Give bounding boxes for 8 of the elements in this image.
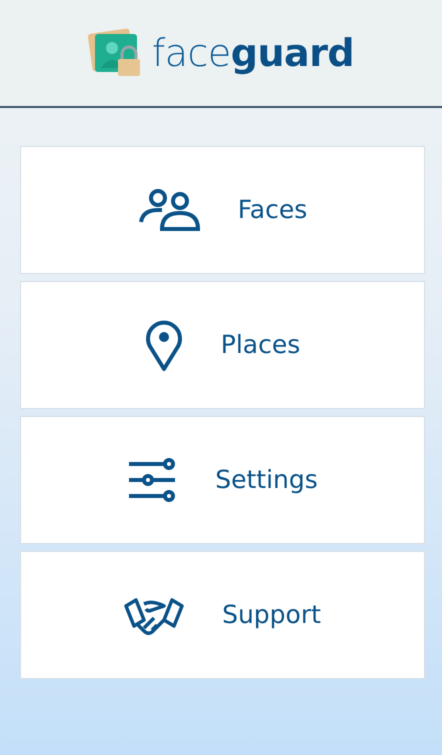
people-icon: [138, 188, 200, 232]
menu-button[interactable]: Places: [20, 281, 425, 409]
menu-button[interactable]: Faces: [20, 146, 425, 274]
map-pin-icon: [144, 318, 183, 372]
menu-button[interactable]: Settings: [20, 416, 425, 544]
sliders-icon: [127, 458, 178, 502]
menu-button[interactable]: Support: [20, 551, 425, 679]
logo-text: faceguard: [152, 30, 354, 76]
